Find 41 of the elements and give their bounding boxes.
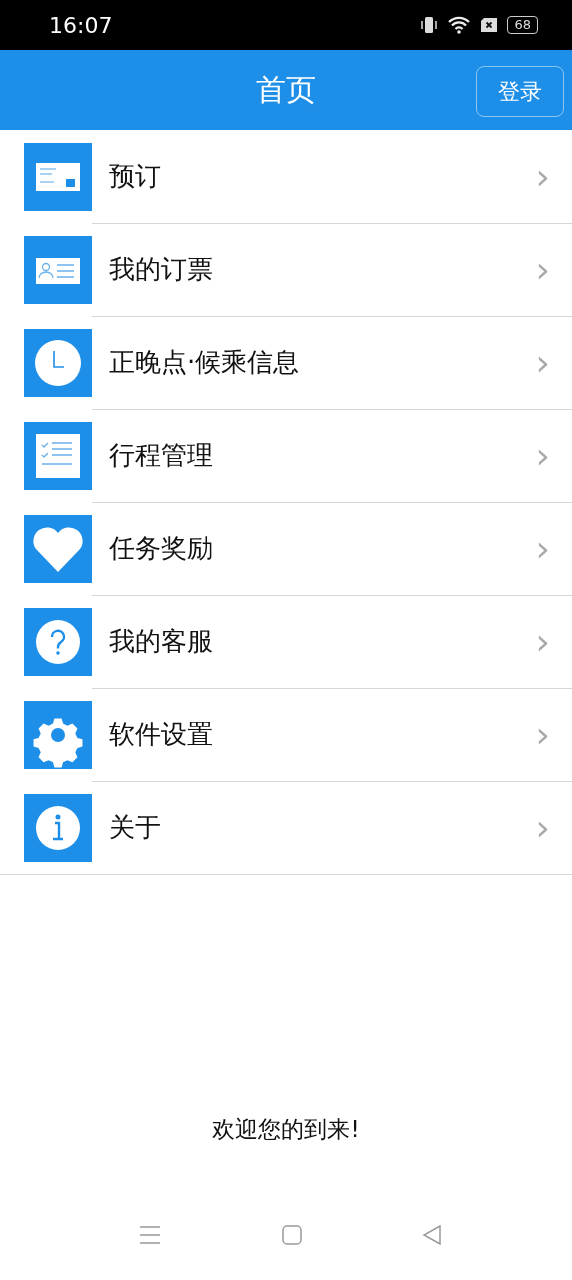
help-icon [24,607,92,676]
wifi-icon [447,15,472,35]
chevron-icon: › [535,623,550,660]
menu-item[interactable]: 正晚点·候乘信息 › [0,316,572,409]
clock: 16:07 [49,12,113,38]
clock-icon [24,328,92,397]
welcome-text: 欢迎您的到来! [212,1115,360,1144]
menu-label: 关于 [109,811,161,844]
menu-label: 行程管理 [109,439,213,472]
menu-item[interactable]: 我的订票 › [0,223,572,316]
menu-icon[interactable] [139,1225,161,1245]
menu-label: 任务奖励 [109,532,213,565]
menu-item[interactable]: 预订 › [0,130,572,223]
battery-level: 68 [507,16,538,34]
menu-item[interactable]: 行程管理 › [0,409,572,502]
menu-label: 我的订票 [109,253,213,286]
menu-item[interactable]: 关于 › [0,781,572,874]
info-icon [24,793,92,862]
menu-item[interactable]: 任务奖励 › [0,502,572,595]
menu-label: 软件设置 [109,718,213,751]
menu-item[interactable]: 软件设置 › [0,688,572,781]
id-card-icon [24,235,92,304]
chevron-icon: › [535,251,550,288]
back-icon[interactable] [422,1225,442,1245]
vibrate-icon [420,15,439,35]
chevron-icon: › [535,344,550,381]
menu-label: 预订 [109,160,161,193]
checklist-icon [24,421,92,490]
home-icon[interactable] [281,1225,302,1245]
menu-item[interactable]: 我的客服 › [0,595,572,688]
settings-icon [24,700,92,769]
chevron-icon: › [535,530,550,567]
chevron-icon: › [535,437,550,474]
card-icon [24,142,92,211]
menu-label: 我的客服 [109,625,213,658]
menu-label: 正晚点·候乘信息 [109,346,300,379]
chevron-icon: › [535,809,550,846]
sim-icon [480,17,499,33]
chevron-icon: › [535,158,550,195]
chevron-icon: › [535,716,550,753]
page-title: 首页 [256,70,316,109]
